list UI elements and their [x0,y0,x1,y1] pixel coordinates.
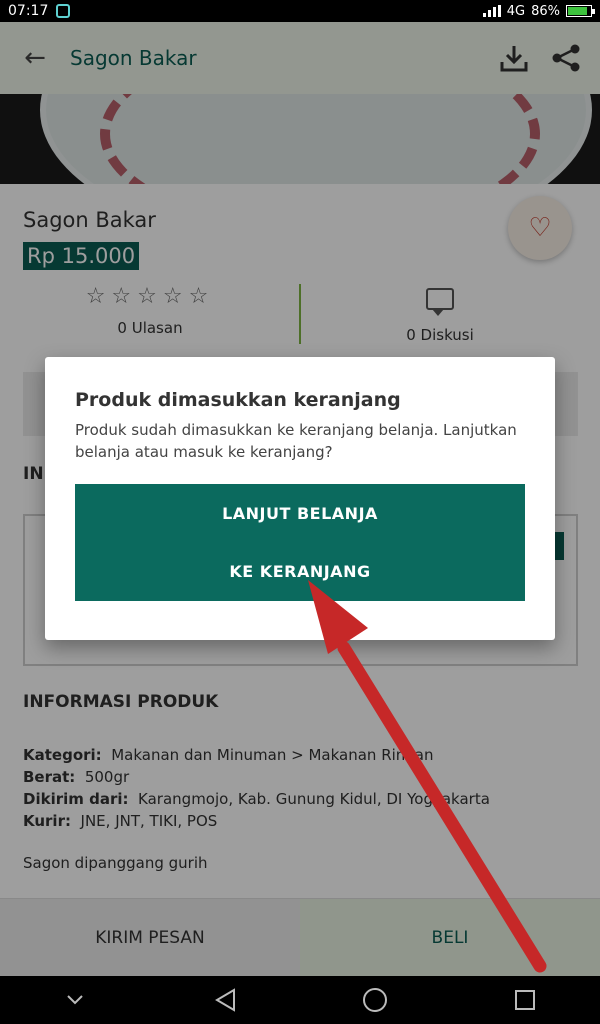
added-to-cart-dialog: Produk dimasukkan keranjang Produk sudah… [45,357,555,640]
nav-recents-button[interactable] [495,989,555,1011]
signal-icon [482,5,501,17]
home-circle-icon [363,988,387,1012]
battery-icon [566,5,595,17]
nav-home-button[interactable] [345,987,405,1013]
dialog-actions: LANJUT BELANJA KE KERANJANG [75,484,525,601]
nav-collapse-button[interactable] [45,995,105,1005]
dialog-message: Produk sudah dimasukkan ke keranjang bel… [75,421,517,461]
back-triangle-icon [215,988,235,1012]
status-bar: 07:17 4G 86% [0,0,600,22]
chevron-down-icon [67,995,83,1005]
system-nav-bar [0,976,600,1024]
go-to-cart-button[interactable]: KE KERANJANG [75,542,525,600]
recents-square-icon [515,990,535,1010]
screenshot-app-icon [56,4,71,18]
nav-back-button[interactable] [195,988,255,1012]
continue-shopping-button[interactable]: LANJUT BELANJA [75,484,525,542]
status-time: 07:17 [8,3,49,19]
dialog-title: Produk dimasukkan keranjang [75,389,401,411]
battery-percent: 86% [531,3,560,19]
network-type: 4G [506,3,526,19]
